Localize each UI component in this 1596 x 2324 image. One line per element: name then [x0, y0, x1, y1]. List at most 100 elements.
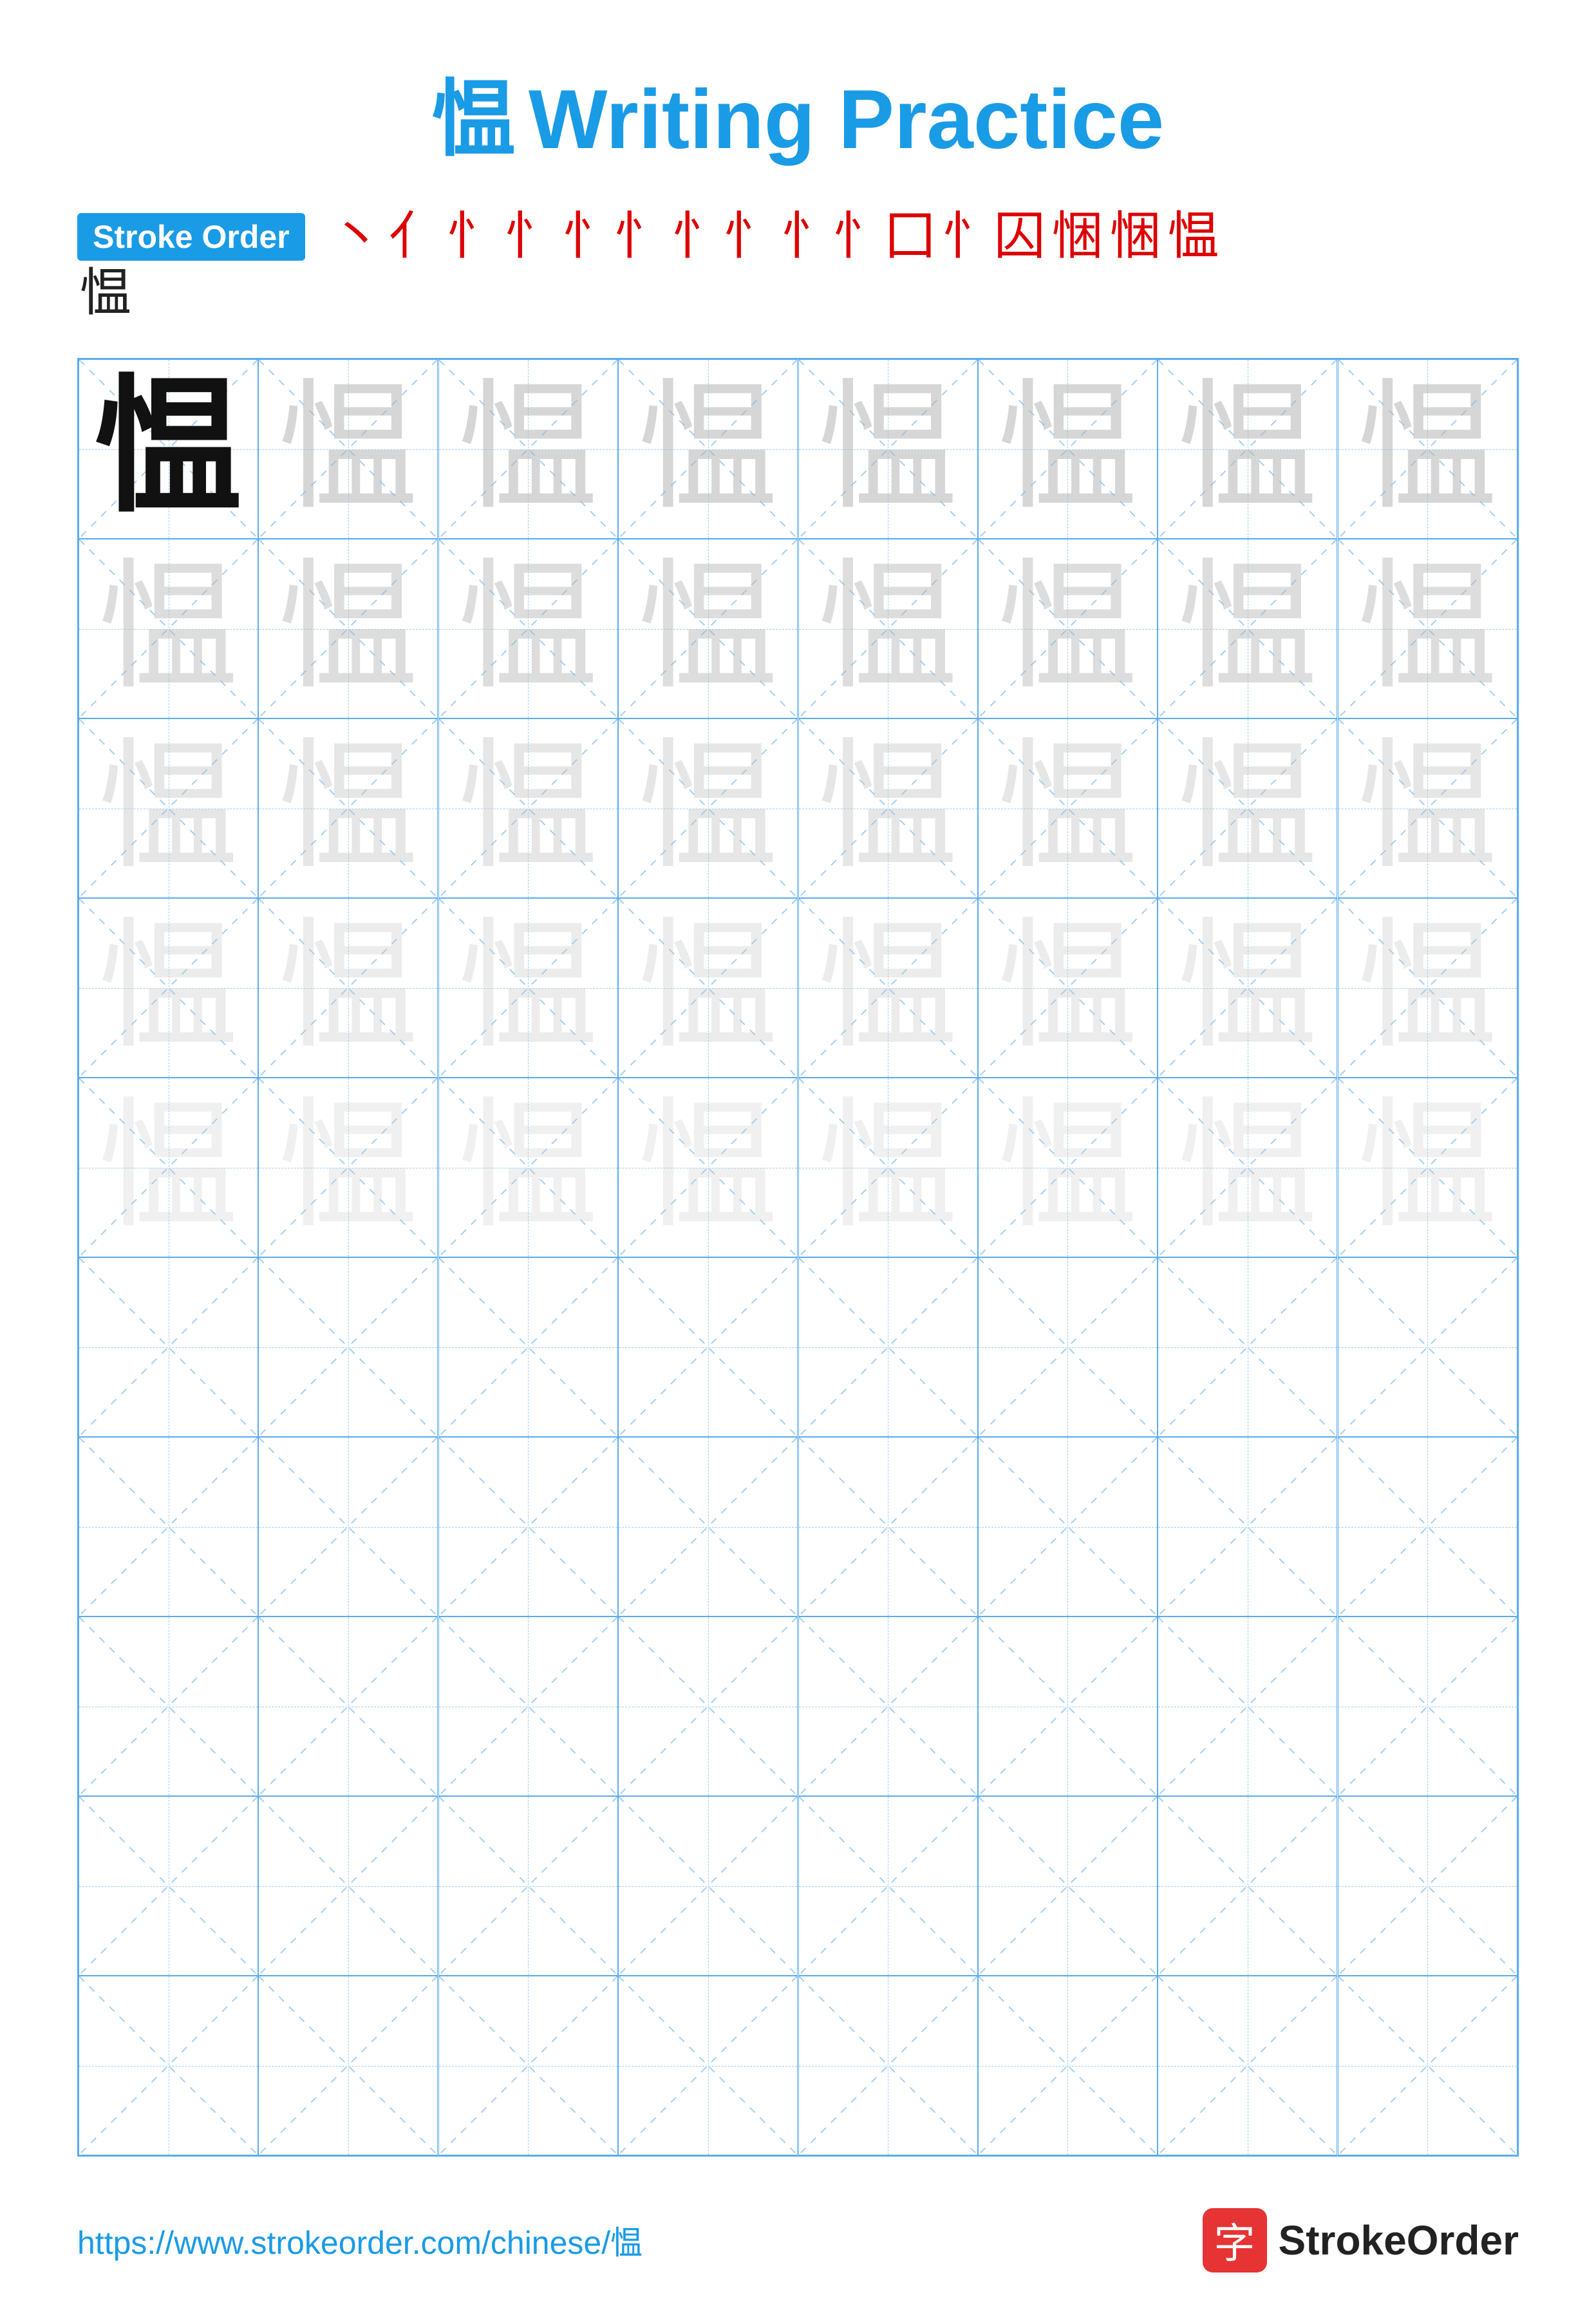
grid-cell-r9c3[interactable]	[438, 1796, 618, 1976]
grid-cell-r10c7[interactable]	[1158, 1976, 1337, 2155]
guide-char: 愠	[458, 379, 598, 520]
grid-cell-r6c3[interactable]	[438, 1257, 618, 1437]
stroke-10: 悃	[1110, 211, 1161, 263]
grid-cell-r10c2[interactable]	[258, 1976, 438, 2155]
grid-cell-r6c5[interactable]	[798, 1257, 978, 1437]
stroke-8: 忄囚	[943, 211, 1046, 263]
grid-cell-r2c8[interactable]: 愠	[1338, 539, 1517, 718]
grid-cell-r7c8[interactable]	[1338, 1437, 1517, 1616]
grid-cell-r10c4[interactable]	[618, 1976, 798, 2155]
grid-cell-r5c8[interactable]: 愠	[1338, 1078, 1517, 1257]
guide-char: 愠	[638, 559, 778, 699]
grid-cell-r6c2[interactable]	[258, 1257, 438, 1437]
grid-cell-r8c4[interactable]	[618, 1616, 798, 1796]
stroke-order-section: Stroke Order 丶 亻 忄 忄 忄忄 忄忄 忄忄囗 忄囚 悃 悃 愠 …	[77, 211, 1519, 319]
grid-cell-r5c3[interactable]: 愠	[438, 1078, 618, 1257]
guide-char: 愠	[1178, 559, 1318, 699]
grid-cell-r7c7[interactable]	[1158, 1437, 1337, 1616]
grid-cell-r5c7[interactable]: 愠	[1158, 1078, 1337, 1257]
grid-cell-r4c6[interactable]: 愠	[978, 898, 1158, 1078]
grid-cell-r1c4[interactable]: 愠	[618, 359, 798, 539]
grid-cell-r10c8[interactable]	[1338, 1976, 1517, 2155]
grid-cell-r2c7[interactable]: 愠	[1158, 539, 1337, 718]
grid-cell-r4c2[interactable]: 愠	[258, 898, 438, 1078]
grid-cell-r9c2[interactable]	[258, 1796, 438, 1976]
guide-char: 愠	[998, 379, 1138, 520]
grid-cell-r1c8[interactable]: 愠	[1338, 359, 1517, 539]
grid-cell-r4c1[interactable]: 愠	[79, 898, 258, 1078]
grid-cell-r3c2[interactable]: 愠	[258, 718, 438, 898]
guide-char: 愠	[1178, 379, 1318, 520]
grid-cell-r5c4[interactable]: 愠	[618, 1078, 798, 1257]
grid-cell-r5c5[interactable]: 愠	[798, 1078, 978, 1257]
grid-cell-r2c2[interactable]: 愠	[258, 539, 438, 718]
grid-cell-r4c4[interactable]: 愠	[618, 898, 798, 1078]
grid-cell-r2c1[interactable]: 愠	[79, 539, 258, 718]
grid-cell-r2c3[interactable]: 愠	[438, 539, 618, 718]
grid-cell-r4c3[interactable]: 愠	[438, 898, 618, 1078]
guide-char: 愠	[1178, 738, 1318, 879]
grid-cell-r9c6[interactable]	[978, 1796, 1158, 1976]
grid-cell-r1c5[interactable]: 愠	[798, 359, 978, 539]
guide-char: 愠	[99, 738, 239, 879]
grid-cell-r1c7[interactable]: 愠	[1158, 359, 1337, 539]
grid-cell-r1c2[interactable]: 愠	[258, 359, 438, 539]
grid-cell-r9c7[interactable]	[1158, 1796, 1337, 1976]
guide-char: 愠	[278, 559, 418, 699]
guide-char: 愠	[278, 379, 418, 520]
grid-cell-r3c5[interactable]: 愠	[798, 718, 978, 898]
stroke-6: 忄忄	[672, 211, 775, 263]
guide-char: 愠	[458, 738, 598, 879]
grid-cell-r8c8[interactable]	[1338, 1616, 1517, 1796]
grid-cell-r10c5[interactable]	[798, 1976, 978, 2155]
grid-cell-r4c7[interactable]: 愠	[1158, 898, 1337, 1078]
grid-cell-r8c3[interactable]	[438, 1616, 618, 1796]
grid-cell-r8c2[interactable]	[258, 1616, 438, 1796]
grid-cell-r4c5[interactable]: 愠	[798, 898, 978, 1078]
grid-cell-r6c1[interactable]	[79, 1257, 258, 1437]
grid-cell-r2c4[interactable]: 愠	[618, 539, 798, 718]
grid-cell-r1c3[interactable]: 愠	[438, 359, 618, 539]
grid-cell-r8c6[interactable]	[978, 1616, 1158, 1796]
grid-cell-r8c1[interactable]	[79, 1616, 258, 1796]
guide-char: 愠	[998, 918, 1138, 1058]
grid-cell-r1c6[interactable]: 愠	[978, 359, 1158, 539]
grid-cell-r8c7[interactable]	[1158, 1616, 1337, 1796]
grid-cell-r6c6[interactable]	[978, 1257, 1158, 1437]
grid-cell-r9c5[interactable]	[798, 1796, 978, 1976]
grid-cell-r7c4[interactable]	[618, 1437, 798, 1616]
grid-cell-r8c5[interactable]	[798, 1616, 978, 1796]
grid-cell-r7c3[interactable]	[438, 1437, 618, 1616]
stroke-7: 忄忄囗	[782, 211, 936, 263]
grid-cell-r3c1[interactable]: 愠	[79, 718, 258, 898]
grid-cell-r2c5[interactable]: 愠	[798, 539, 978, 718]
grid-cell-r10c1[interactable]	[79, 1976, 258, 2155]
grid-cell-r10c3[interactable]	[438, 1976, 618, 2155]
grid-cell-r1c1[interactable]: 愠	[79, 359, 258, 539]
grid-cell-r5c2[interactable]: 愠	[258, 1078, 438, 1257]
grid-cell-r4c8[interactable]: 愠	[1338, 898, 1517, 1078]
grid-cell-r7c1[interactable]	[79, 1437, 258, 1616]
grid-cell-r9c8[interactable]	[1338, 1796, 1517, 1976]
grid-cell-r7c6[interactable]	[978, 1437, 1158, 1616]
grid-cell-r6c8[interactable]	[1338, 1257, 1517, 1437]
grid-cell-r5c6[interactable]: 愠	[978, 1078, 1158, 1257]
grid-cell-r10c6[interactable]	[978, 1976, 1158, 2155]
grid-cell-r6c4[interactable]	[618, 1257, 798, 1437]
grid-cell-r6c7[interactable]	[1158, 1257, 1337, 1437]
footer-url-link[interactable]: https://www.strokeorder.com/chinese/愠	[77, 2217, 643, 2263]
grid-cell-r2c6[interactable]: 愠	[978, 539, 1158, 718]
grid-cell-r7c2[interactable]	[258, 1437, 438, 1616]
grid-cell-r7c5[interactable]	[798, 1437, 978, 1616]
grid-cell-r9c1[interactable]	[79, 1796, 258, 1976]
grid-cell-r3c7[interactable]: 愠	[1158, 718, 1337, 898]
guide-char: 愠	[278, 918, 418, 1058]
grid-cell-r3c4[interactable]: 愠	[618, 718, 798, 898]
guide-char: 愠	[1357, 918, 1497, 1058]
grid-cell-r5c1[interactable]: 愠	[79, 1078, 258, 1257]
grid-cell-r3c8[interactable]: 愠	[1338, 718, 1517, 898]
grid-cell-r3c3[interactable]: 愠	[438, 718, 618, 898]
guide-char: 愠	[998, 1098, 1138, 1238]
grid-cell-r9c4[interactable]	[618, 1796, 798, 1976]
grid-cell-r3c6[interactable]: 愠	[978, 718, 1158, 898]
